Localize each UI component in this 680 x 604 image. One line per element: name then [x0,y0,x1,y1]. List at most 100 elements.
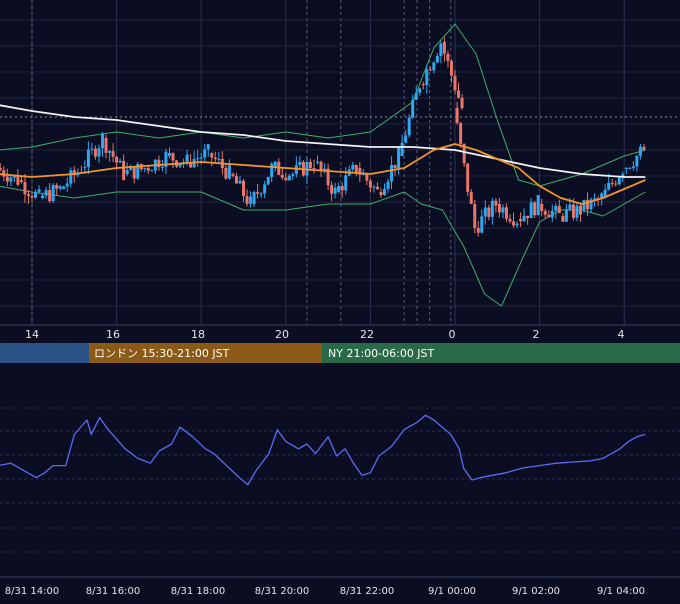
candle-body [316,161,320,163]
candle-body [494,200,498,206]
candle-body [83,167,87,169]
chart-canvas: 14 16 18 20 22 0 2 4 ロンドン 15:30-21:00 JS… [0,0,680,600]
candle-body [575,205,579,218]
candle-body [245,195,249,204]
candle-body [340,186,344,191]
candle-body [547,214,551,218]
candle-body [469,191,473,204]
candle-body [48,190,52,202]
candle-body [480,216,484,233]
candle-body [0,168,2,171]
candle-body [132,166,136,179]
candle-body [449,60,453,76]
top-axis-tick-22: 22 [360,328,374,341]
candle-body [459,122,463,144]
candle-body [125,170,129,174]
candle-body [69,170,73,184]
candle-body [270,163,274,178]
candle-body [266,177,270,185]
candle-body [455,108,459,123]
candle-body [460,97,464,109]
candle-body [642,146,646,150]
candle-body [487,207,491,217]
candle-body [519,219,523,222]
candle-body [122,160,126,181]
candle-body [446,53,450,61]
candle-body [418,88,422,93]
candle-body [319,161,323,171]
session-bar: ロンドン 15:30-21:00 JST NY 21:00-06:00 JST [0,343,680,363]
candle-body [439,43,443,56]
candle-body [379,192,383,195]
candle-body [582,199,586,210]
candle-body [97,148,101,157]
candle-body [564,209,568,222]
candle-body [333,187,337,194]
candle-body [93,148,97,157]
candle-body [249,196,253,204]
candle-body [522,215,526,222]
candle-body [252,192,256,204]
candle-body [483,207,487,217]
candle-body [171,153,175,161]
candle-body [400,142,404,156]
bottom-axis-tick-5: 9/1 00:00 [428,586,476,597]
candle-body [298,161,302,166]
candle-body [435,55,439,63]
candle-body [58,186,62,189]
candle-body [104,138,108,153]
candle-body [213,157,217,160]
candle-body [330,184,334,194]
top-axis-tick-14: 14 [25,328,39,341]
candle-body [638,146,642,156]
candle-body [167,153,171,156]
candle-body [414,92,418,100]
candle-body [238,180,242,184]
candle-body [143,168,147,170]
candle-body [227,165,231,179]
candle-body [19,180,23,182]
candle-body [397,147,401,168]
candle-body [108,151,112,153]
candle-body [263,184,267,194]
candle-body [44,190,48,196]
candle-body [490,200,494,217]
candle-body [234,175,238,184]
candle-body [55,185,59,189]
candle-body [508,218,512,222]
top-axis-tick-20: 20 [275,328,289,341]
candle-body [540,204,544,211]
candle-body [284,177,288,181]
candle-body [390,164,394,182]
candle-body [557,205,561,214]
candle-body [473,203,477,229]
bottom-axis-tick-4: 8/31 22:00 [340,586,394,597]
candle-body [393,164,397,168]
candle-body [242,180,245,196]
candle-body [5,176,9,182]
candle-body [368,180,372,188]
candle-body [411,99,415,118]
candle-body [554,205,558,211]
candle-body [386,181,390,189]
candle-body [2,170,6,177]
candle-body [428,69,432,71]
candle-body [624,167,628,169]
candle-body [365,173,369,181]
bottom-axis-tick-7: 9/1 04:00 [597,586,645,597]
candle-body [199,157,203,159]
candle-body [118,160,122,163]
candle-body [111,151,115,157]
top-axis-tick-2: 2 [533,328,540,341]
bottom-axis-tick-1: 8/31 16:00 [86,586,140,597]
candle-body [432,62,436,71]
bottom-axis-tick-3: 8/31 20:00 [255,586,309,597]
candle-body [635,155,639,167]
candle-body [344,175,348,191]
candle-body [526,215,530,219]
candle-body [628,167,632,169]
candle-body [62,186,66,189]
candle-body [536,195,540,216]
candle-body [354,165,358,173]
candle-body [30,195,34,198]
